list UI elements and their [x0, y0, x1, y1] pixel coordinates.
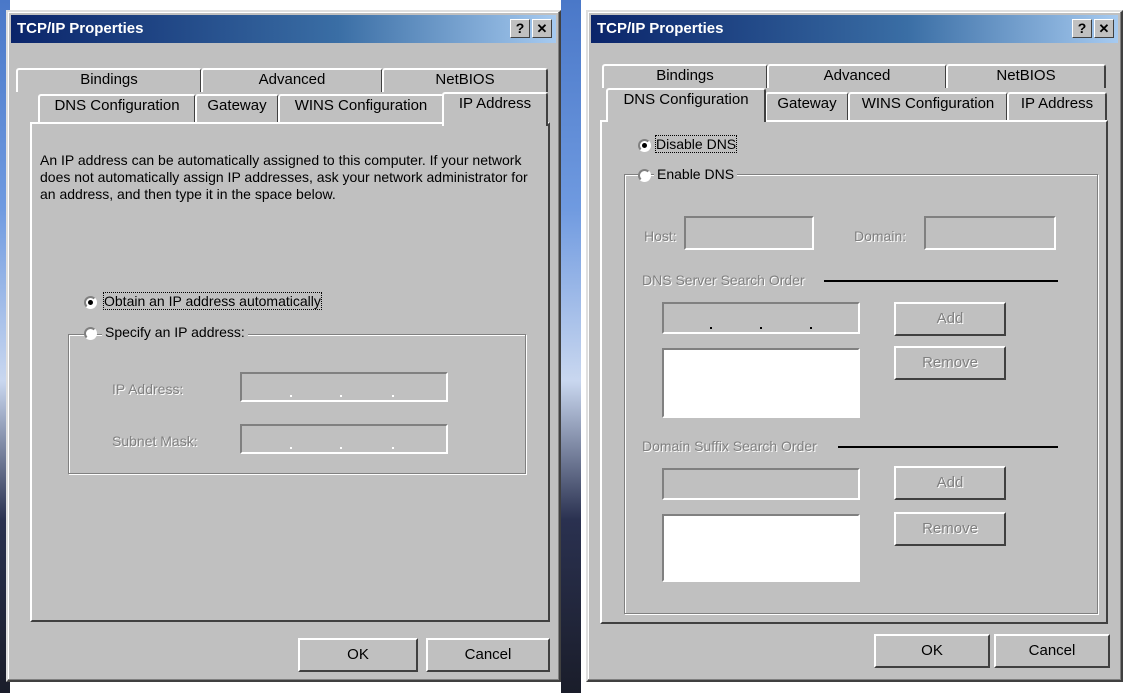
host-label: Host:	[644, 228, 677, 244]
host-field[interactable]	[684, 216, 814, 250]
radio-selected-dot	[642, 143, 647, 148]
obtain-ip-label[interactable]: Obtain an IP address automatically	[103, 292, 322, 310]
domain-suffix-field[interactable]	[662, 468, 860, 500]
dns-server-list[interactable]	[662, 348, 860, 418]
window-title: TCP/IP Properties	[17, 20, 144, 37]
disable-dns-radio[interactable]	[638, 139, 651, 152]
title-bar[interactable]: TCP/IP Properties ? ✕	[11, 15, 556, 43]
tab-bindings[interactable]: Bindings	[602, 64, 768, 88]
enable-dns-label[interactable]: Enable DNS	[654, 166, 738, 182]
ip-separator	[340, 447, 342, 449]
close-button[interactable]: ✕	[1094, 19, 1114, 38]
subnet-mask-field[interactable]	[240, 424, 448, 454]
tcpip-properties-dialog-ip: TCP/IP Properties ? ✕ Bindings Advanced …	[6, 10, 561, 682]
tab-wins-configuration[interactable]: WINS Configuration	[848, 92, 1008, 120]
tab-netbios[interactable]: NetBIOS	[382, 68, 548, 92]
ip-description-text: An IP address can be automatically assig…	[40, 152, 528, 202]
tab-advanced[interactable]: Advanced	[201, 68, 383, 92]
domain-suffix-separator	[838, 446, 1058, 448]
subnet-mask-label: Subnet Mask:	[112, 433, 198, 449]
tab-bindings[interactable]: Bindings	[16, 68, 202, 92]
help-button[interactable]: ?	[510, 19, 530, 38]
dns-add-text: Add	[936, 310, 964, 327]
dns-add-button[interactable]: Add	[894, 302, 1006, 336]
ip-address-label: IP Address:	[112, 381, 184, 397]
ip-separator	[340, 395, 342, 397]
domain-field[interactable]	[924, 216, 1056, 250]
specify-ip-label[interactable]: Specify an IP address:	[102, 324, 248, 340]
dns-server-separator	[824, 280, 1058, 282]
ok-button[interactable]: OK	[298, 638, 418, 672]
tab-panel-ip-address: An IP address can be automatically assig…	[30, 122, 550, 622]
specify-ip-radio[interactable]	[84, 327, 97, 340]
ip-separator	[392, 447, 394, 449]
domain-label: Domain:	[854, 228, 907, 244]
tab-panel-dns-configuration: Disable DNS Enable DNS Host: Domain: DNS…	[600, 120, 1108, 624]
close-button[interactable]: ✕	[532, 19, 552, 38]
suffix-add-button[interactable]: Add	[894, 466, 1006, 500]
suffix-remove-button[interactable]: Remove	[894, 512, 1006, 546]
disable-dns-text: Disable DNS	[656, 136, 737, 152]
tab-gateway[interactable]: Gateway	[765, 92, 849, 120]
disable-dns-label[interactable]: Disable DNS	[654, 135, 738, 153]
tab-wins-configuration[interactable]: WINS Configuration	[278, 94, 444, 122]
desktop-background-middle	[561, 0, 581, 693]
cancel-button[interactable]: Cancel	[994, 634, 1110, 668]
domain-suffix-search-order-label: Domain Suffix Search Order	[642, 438, 817, 454]
window-title: TCP/IP Properties	[597, 20, 724, 37]
tab-gateway[interactable]: Gateway	[195, 94, 279, 122]
tab-ip-address[interactable]: IP Address	[442, 92, 548, 126]
tab-dns-configuration[interactable]: DNS Configuration	[606, 88, 766, 122]
tab-ip-address[interactable]: IP Address	[1007, 92, 1107, 120]
help-button[interactable]: ?	[1072, 19, 1092, 38]
domain-suffix-list[interactable]	[662, 514, 860, 582]
suffix-add-text: Add	[936, 474, 964, 491]
ok-button[interactable]: OK	[874, 634, 990, 668]
cancel-button[interactable]: Cancel	[426, 638, 550, 672]
tcpip-properties-dialog-dns: TCP/IP Properties ? ✕ Bindings Advanced …	[586, 10, 1123, 682]
dns-server-ip-field[interactable]	[662, 302, 860, 334]
dns-remove-text: Remove	[922, 354, 978, 371]
tab-advanced[interactable]: Advanced	[767, 64, 947, 88]
ip-separator	[810, 327, 812, 329]
suffix-remove-text: Remove	[922, 520, 978, 537]
ip-separator	[290, 395, 292, 397]
tab-netbios[interactable]: NetBIOS	[946, 64, 1106, 88]
ip-separator	[760, 327, 762, 329]
ip-separator	[392, 395, 394, 397]
dns-remove-button[interactable]: Remove	[894, 346, 1006, 380]
ip-separator	[710, 327, 712, 329]
tab-dns-configuration[interactable]: DNS Configuration	[38, 94, 196, 122]
obtain-ip-text: Obtain an IP address automatically	[104, 293, 321, 309]
title-bar[interactable]: TCP/IP Properties ? ✕	[591, 15, 1118, 43]
ip-address-field[interactable]	[240, 372, 448, 402]
radio-selected-dot	[88, 300, 93, 305]
ip-separator	[290, 447, 292, 449]
enable-dns-radio[interactable]	[638, 169, 651, 182]
dns-server-search-order-label: DNS Server Search Order	[642, 272, 805, 288]
obtain-ip-radio[interactable]	[84, 296, 97, 309]
